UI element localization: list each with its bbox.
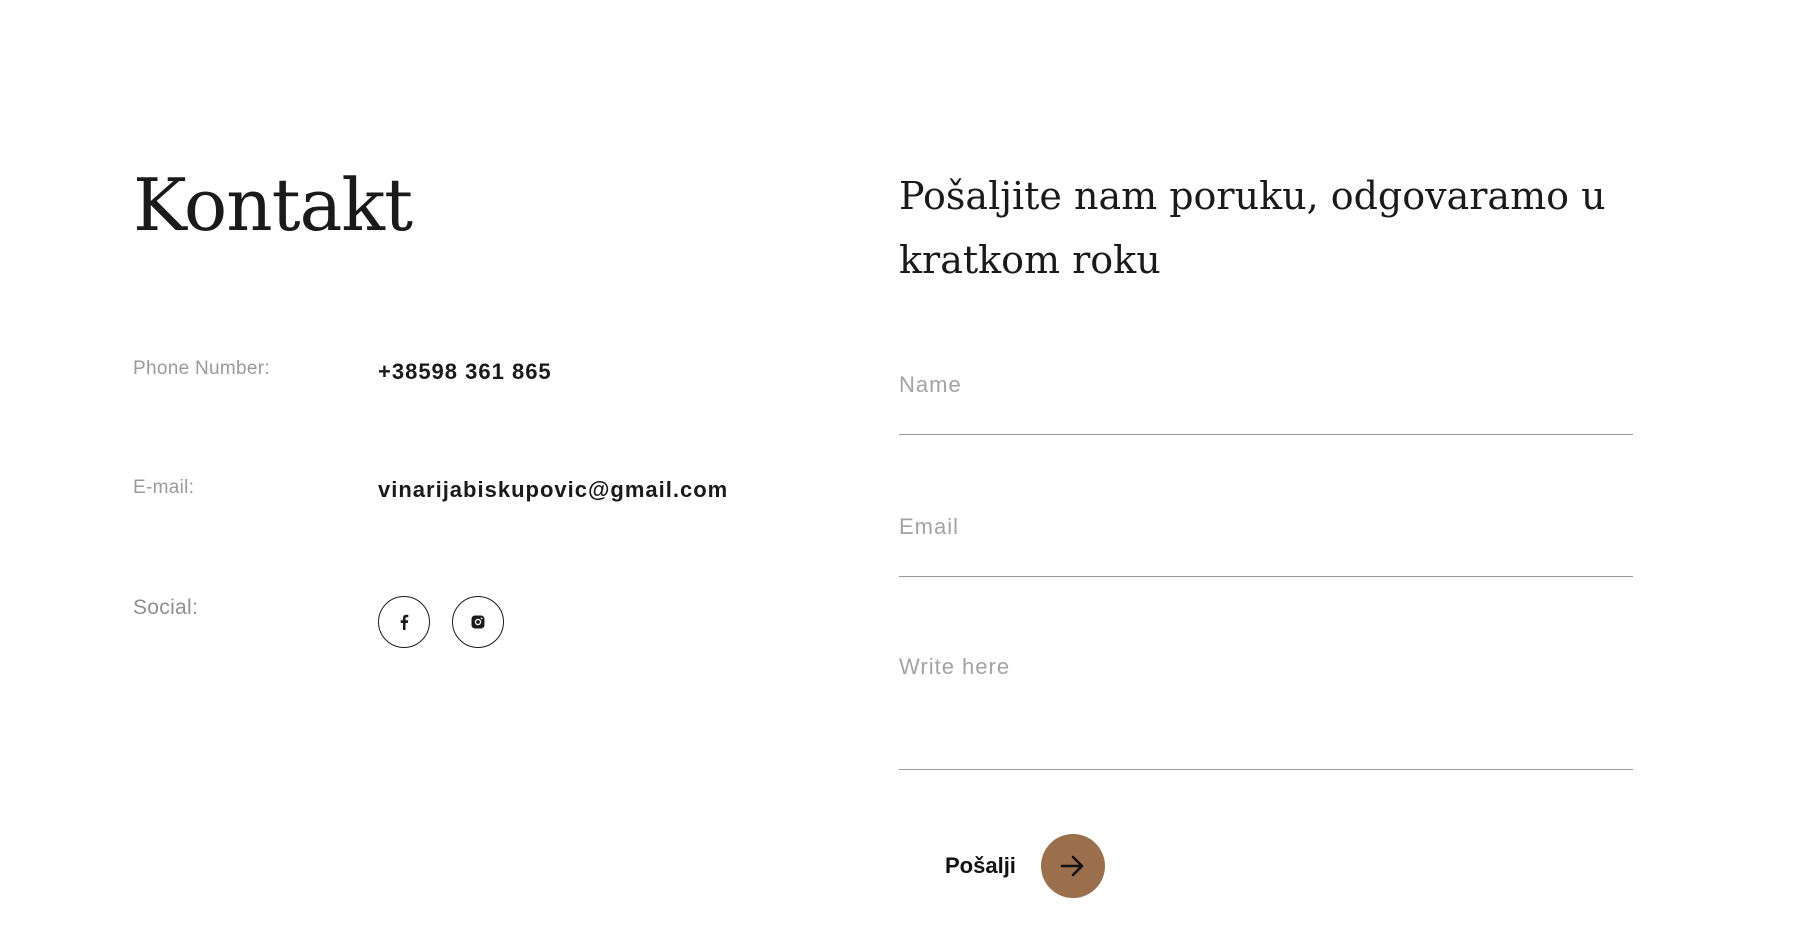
message-field [899,654,1633,770]
social-row: Social: [133,596,833,656]
email-label: E-mail: [133,477,195,498]
email-value[interactable]: vinarijabiskupovic@gmail.com [378,477,728,503]
name-field [899,370,1633,435]
social-label: Social: [133,596,199,619]
facebook-button[interactable] [378,596,430,648]
email-row: E-mail: vinarijabiskupovic@gmail.com [133,477,833,537]
email-field [899,512,1633,577]
submit-circle[interactable] [1040,834,1105,898]
form-heading: Pošaljite nam poruku, odgovaramo u kratk… [899,174,1606,282]
submit-label: Pošalji [945,853,1016,878]
page-title: Kontakt [133,163,413,247]
facebook-icon [399,614,409,630]
submit-button[interactable]: Pošalji [945,834,1105,898]
message-textarea[interactable] [899,654,1633,754]
arrow-right-icon [1060,855,1086,877]
email-input[interactable] [899,512,1633,542]
phone-label: Phone Number: [133,358,270,379]
name-input[interactable] [899,370,1633,400]
instagram-button[interactable] [452,596,504,648]
phone-row: Phone Number: +38598 361 865 [133,358,833,418]
social-icons [378,596,504,648]
phone-value[interactable]: +38598 361 865 [378,359,552,385]
instagram-icon [470,614,486,630]
